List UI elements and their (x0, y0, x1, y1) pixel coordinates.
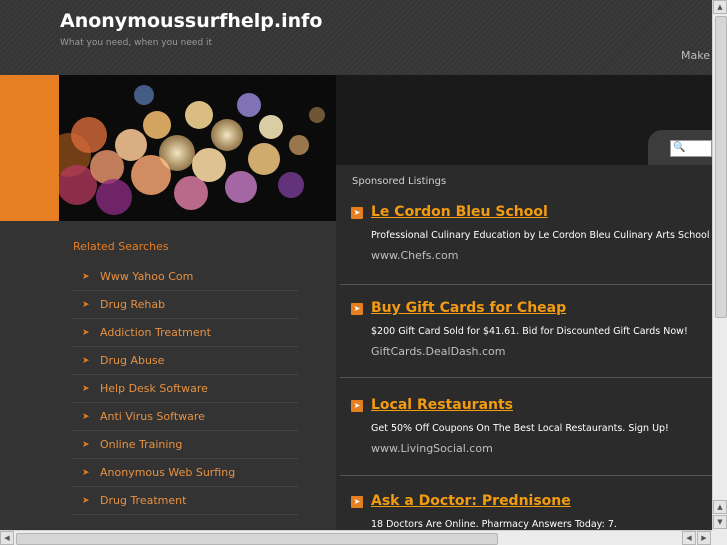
listing-description: 18 Doctors Are Online. Pharmacy Answers … (371, 519, 617, 530)
search-input[interactable]: 🔍 (670, 140, 712, 157)
arrow-right-icon: ➤ (351, 303, 363, 315)
site-tagline: What you need, when you need it (60, 38, 213, 48)
list-item-label[interactable]: Drug Treatment (100, 494, 186, 507)
list-item[interactable]: ➤ Drug Treatment (72, 487, 298, 515)
scroll-up-icon[interactable]: ▲ (713, 0, 727, 14)
arrow-right-icon: ➤ (82, 299, 90, 310)
list-item[interactable]: ➤ Online Training (72, 431, 298, 459)
listing-url-link[interactable]: www.LivingSocial.com (371, 442, 493, 455)
banner-accent-block (0, 75, 59, 221)
list-item[interactable]: ➤ Drug Abuse (72, 347, 298, 375)
list-item[interactable]: ➤ Anti Virus Software (72, 403, 298, 431)
search-icon[interactable]: 🔍 (673, 142, 685, 153)
horizontal-scrollbar[interactable]: ◀ ◀ ▶ (0, 530, 712, 545)
list-item-label[interactable]: Drug Rehab (100, 298, 165, 311)
list-item[interactable]: ➤ Drug Rehab (72, 291, 298, 319)
arrow-right-icon: ➤ (351, 400, 363, 412)
list-item-label[interactable]: Www Yahoo Com (100, 270, 193, 283)
scroll-left-icon[interactable]: ◀ (682, 531, 696, 545)
list-item[interactable]: ➤ Anonymous Web Surfing (72, 459, 298, 487)
arrow-right-icon: ➤ (82, 355, 90, 366)
related-searches-list: ➤ Www Yahoo Com ➤ Drug Rehab ➤ Addiction Tr… (72, 263, 298, 515)
site-header: Anonymoussurfhelp.info What you need, wh… (0, 0, 712, 75)
listing-title-link[interactable]: Ask a Doctor: Prednisone (371, 493, 571, 509)
related-searches-heading: Related Searches (73, 240, 169, 253)
arrow-right-icon: ➤ (82, 271, 90, 282)
arrow-right-icon: ➤ (351, 207, 363, 219)
listing-description: Get 50% Off Coupons On The Best Local Re… (371, 423, 669, 434)
site-title[interactable]: Anonymoussurfhelp.info (60, 10, 322, 32)
make-link[interactable]: Make (681, 49, 710, 62)
scroll-up-icon[interactable]: ▲ (713, 500, 727, 514)
arrow-right-icon: ➤ (82, 467, 90, 478)
divider (340, 377, 712, 378)
scrollbar-corner (712, 530, 727, 545)
list-item[interactable]: ➤ Addiction Treatment (72, 319, 298, 347)
arrow-right-icon: ➤ (82, 411, 90, 422)
list-item-label[interactable]: Addiction Treatment (100, 326, 211, 339)
list-item-label[interactable]: Drug Abuse (100, 354, 164, 367)
list-item-label[interactable]: Anonymous Web Surfing (100, 466, 235, 479)
arrow-right-icon: ➤ (82, 327, 90, 338)
scroll-left-icon[interactable]: ◀ (0, 531, 14, 545)
listing-url-link[interactable]: www.Chefs.com (371, 249, 459, 262)
divider (340, 284, 712, 285)
listing-title-link[interactable]: Buy Gift Cards for Cheap (371, 300, 566, 316)
listing-url-link[interactable]: GiftCards.DealDash.com (371, 345, 505, 358)
sponsored-heading: Sponsored Listings (352, 176, 447, 187)
listing-description: Professional Culinary Education by Le Co… (371, 230, 710, 241)
arrow-right-icon: ➤ (82, 495, 90, 506)
list-item-label[interactable]: Anti Virus Software (100, 410, 205, 423)
listing-description: $200 Gift Card Sold for $41.61. Bid for … (371, 326, 688, 337)
list-item-label[interactable]: Online Training (100, 438, 182, 451)
arrow-right-icon: ➤ (82, 439, 90, 450)
scroll-right-icon[interactable]: ▶ (697, 531, 711, 545)
bokeh-lights-image (59, 75, 336, 221)
vertical-scroll-thumb[interactable] (715, 16, 727, 318)
listing-title-link[interactable]: Le Cordon Bleu School (371, 204, 548, 220)
scroll-down-icon[interactable]: ▼ (713, 515, 727, 529)
arrow-right-icon: ➤ (351, 496, 363, 508)
listing-title-link[interactable]: Local Restaurants (371, 397, 513, 413)
arrow-right-icon: ➤ (82, 383, 90, 394)
vertical-scrollbar[interactable]: ▲ ▲ ▼ (712, 0, 727, 530)
list-item-label[interactable]: Help Desk Software (100, 382, 208, 395)
list-item[interactable]: ➤ Www Yahoo Com (72, 263, 298, 291)
divider (340, 475, 712, 476)
horizontal-scroll-thumb[interactable] (16, 533, 498, 545)
list-item[interactable]: ➤ Help Desk Software (72, 375, 298, 403)
